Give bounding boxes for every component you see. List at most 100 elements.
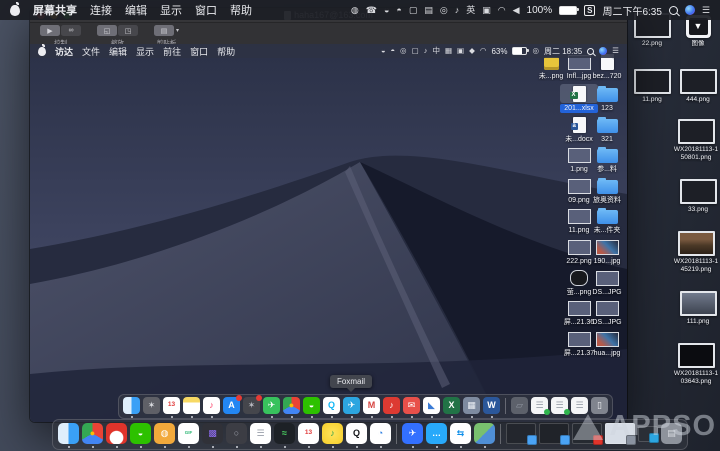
notification-center-icon[interactable]: ☰ — [612, 47, 619, 55]
mail-master-icon[interactable]: M — [363, 397, 380, 414]
netease-music-icon[interactable]: ♪ — [383, 397, 400, 414]
desktop-icon[interactable]: WX20181113-103643.png — [672, 350, 720, 386]
actual-size-button[interactable]: ◱ — [97, 25, 117, 36]
document-stack-icon[interactable]: ☰ — [531, 397, 548, 414]
menubar-menu-item[interactable]: 编辑 — [109, 45, 127, 58]
word-icon[interactable]: W — [483, 397, 500, 414]
input-method-icon[interactable]: 英 — [466, 6, 475, 15]
desktop-icon[interactable]: hua...jpg — [588, 329, 626, 358]
menubar-clock[interactable]: 周二下午6:35 — [602, 3, 661, 18]
gif-brewery-icon[interactable]: GIF — [178, 423, 199, 444]
photos-app-icon[interactable]: ▦ — [463, 397, 480, 414]
minimized-window-thumb[interactable] — [506, 423, 536, 444]
window-icon[interactable]: ▢ — [409, 6, 418, 15]
desktop-icon[interactable]: 123 — [588, 84, 626, 113]
window-icon[interactable]: ▢ — [412, 47, 419, 55]
desktop-icon[interactable]: WX20181113-150801.png — [672, 126, 720, 162]
clipboard-button[interactable]: ▤ — [154, 25, 174, 36]
document-stack-icon[interactable]: ☰ — [551, 397, 568, 414]
utility-gear-icon[interactable]: ✶ — [243, 397, 260, 414]
bluetooth-icon[interactable]: ◆ — [469, 47, 475, 55]
downloads-folder-icon[interactable]: ▱ — [511, 397, 528, 414]
desktop-icon[interactable]: 11.png — [628, 76, 676, 104]
wechat-icon[interactable]: ◒ — [303, 397, 320, 414]
remote-screen[interactable]: 访达文件编辑显示前往窗口帮助 ◒◓◎▢♪中▦▣◆◠63%◎周二 18:35☰ 未… — [30, 44, 627, 422]
wechat-icon[interactable]: ◒ — [384, 6, 389, 15]
menubar-menu-item[interactable]: 帮助 — [230, 2, 252, 18]
reminders-icon[interactable]: ☰ — [250, 423, 271, 444]
desktop-icon[interactable]: 22.png — [628, 20, 676, 48]
qq-icon[interactable]: Q — [323, 397, 340, 414]
menubar-menu-item[interactable]: 连接 — [90, 2, 112, 18]
desktop-icon[interactable]: 未...件夹 — [588, 206, 626, 235]
paperplane-green-app-icon[interactable]: ✈ — [263, 397, 280, 414]
qq-icon[interactable]: ◓ — [396, 6, 401, 15]
grid-icon[interactable]: ▦ — [445, 47, 452, 55]
wifi-icon[interactable]: ◠ — [498, 6, 506, 15]
spotlight-search-icon[interactable] — [669, 6, 678, 15]
menubar-menu-item[interactable]: 访达 — [55, 45, 73, 58]
notification-center-icon[interactable]: ☰ — [702, 6, 710, 15]
wechat-icon[interactable]: ◒ — [381, 47, 386, 55]
screen-pause-icon[interactable]: ◍ — [351, 6, 359, 15]
display-icon[interactable]: ▤ — [424, 6, 433, 15]
desktop-icon[interactable]: 33.png — [674, 186, 720, 214]
notes-icon[interactable] — [183, 397, 200, 414]
camera-icon[interactable]: ◎ — [400, 47, 407, 55]
mic-icon[interactable]: ♪ — [424, 47, 428, 55]
wechat-icon[interactable]: ◒ — [130, 423, 151, 444]
excel-icon[interactable]: X — [443, 397, 460, 414]
app-store-icon[interactable]: A — [223, 397, 240, 414]
desktop-icon[interactable]: 111.png — [674, 298, 720, 326]
spotlight-search-icon[interactable] — [587, 48, 594, 55]
volume-icon[interactable]: ◀ — [513, 6, 520, 15]
beer-app-icon[interactable]: ◍ — [154, 423, 175, 444]
desktop-icon[interactable]: 444.png — [674, 76, 720, 104]
finder-icon[interactable] — [58, 423, 79, 444]
apple-menu-icon[interactable] — [38, 47, 46, 56]
siri-icon[interactable] — [599, 47, 607, 55]
menubar-menu-item[interactable]: 屏幕共享 — [33, 2, 77, 18]
menubar-menu-item[interactable]: 帮助 — [217, 45, 235, 58]
finder-icon[interactable] — [123, 397, 140, 414]
calendar-icon[interactable]: 13 — [298, 423, 319, 444]
launchpad-icon[interactable]: ✶ — [143, 397, 160, 414]
airplay-icon[interactable]: ▣ — [457, 47, 464, 55]
chevron-down-icon[interactable]: ▾ — [176, 27, 179, 34]
siri-icon[interactable] — [685, 5, 695, 15]
red-animal-app-icon[interactable] — [106, 423, 127, 444]
desktop-icon[interactable]: 321 — [588, 115, 626, 144]
menubar-clock[interactable]: 周二 18:35 — [544, 46, 582, 57]
calendar-icon[interactable]: 13 — [163, 397, 180, 414]
ring-app-icon[interactable]: ○ — [226, 423, 247, 444]
mic-icon[interactable]: ♪ — [455, 6, 460, 15]
phone-icon[interactable]: ☎ — [366, 6, 377, 15]
qq-icon[interactable]: ◓ — [391, 47, 396, 55]
airplay-icon[interactable]: ▣ — [482, 6, 491, 15]
menubar-menu-item[interactable]: 窗口 — [195, 2, 217, 18]
minimized-window-thumb[interactable] — [539, 423, 569, 444]
desktop-icon[interactable]: DS...JPG — [588, 268, 626, 297]
record-icon[interactable]: ◎ — [440, 6, 448, 15]
sync-icon[interactable]: ◎ — [532, 47, 539, 55]
menubar-menu-item[interactable]: 窗口 — [190, 45, 208, 58]
desktop-icon[interactable]: 图像 — [674, 20, 720, 48]
control-mode-button[interactable]: ▶ — [40, 25, 60, 36]
desktop-icon[interactable]: 旅奥资料 — [588, 176, 626, 205]
folder-stack-icon[interactable] — [474, 423, 495, 444]
foxmail-icon[interactable]: ✉ — [403, 397, 420, 414]
qq-music-icon[interactable]: ♪ — [322, 423, 343, 444]
menubar-menu-item[interactable]: 编辑 — [125, 2, 147, 18]
teamviewer-icon[interactable]: ⇆ — [450, 423, 471, 444]
telegram-icon[interactable]: ✈ — [343, 397, 360, 414]
apple-menu-icon[interactable] — [10, 5, 20, 16]
menubar-menu-item[interactable]: 前往 — [163, 45, 181, 58]
tim-icon[interactable]: ◔ — [370, 423, 391, 444]
design-app-icon[interactable]: ◣ — [423, 397, 440, 414]
blue-chat-app-icon[interactable]: … — [426, 423, 447, 444]
menubar-menu-item[interactable]: 文件 — [82, 45, 100, 58]
music-icon[interactable]: ♪ — [203, 397, 220, 414]
observe-mode-button[interactable]: ∞ — [61, 25, 81, 36]
wifi-icon[interactable]: ◠ — [480, 47, 487, 55]
blue-wing-app-icon[interactable]: ✈ — [402, 423, 423, 444]
